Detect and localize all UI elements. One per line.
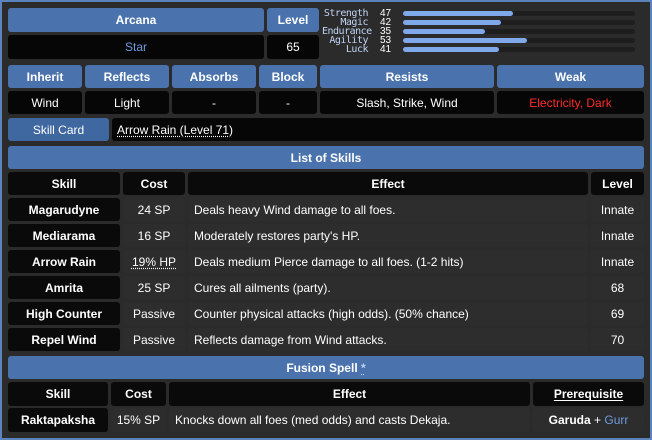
fusion-col-prerequisite[interactable]: Prerequisite — [533, 382, 644, 406]
skills-col-level: Level — [591, 172, 644, 195]
skill-effect: Deals heavy Wind damage to all foes. — [188, 198, 588, 221]
level-value: 65 — [267, 35, 319, 59]
stat-bar-fill — [403, 11, 513, 16]
stat-name-luck: Luck — [345, 44, 369, 55]
skill-cost: 16 SP — [123, 224, 185, 247]
skill-level: 68 — [591, 276, 644, 299]
skill-cost: 25 SP — [123, 276, 185, 299]
skill-effect: Moderately restores party's HP. — [188, 224, 588, 247]
resists-value: Slash, Strike, Wind — [320, 91, 494, 114]
skill-card-value[interactable]: Arrow Rain (Level 71) — [112, 118, 644, 141]
prereq-gurr-link[interactable]: Gurr — [604, 413, 628, 427]
fusion-title-text: Fusion Spell — [286, 360, 358, 375]
skill-cost: Passive — [123, 328, 185, 351]
stat-bar-fill — [403, 38, 527, 43]
skills-title: List of Skills — [8, 146, 644, 169]
stat-bar-fill — [403, 20, 501, 25]
skill-card-label: Skill Card — [8, 118, 109, 141]
skill-cost-text[interactable]: 19% HP — [132, 255, 176, 269]
fusion-col-skill: Skill — [8, 382, 108, 406]
fusion-cost: 15% SP — [111, 408, 166, 432]
stat-bar-fill — [403, 29, 485, 34]
skill-name[interactable]: Amrita — [8, 276, 120, 299]
stat-value-luck: 41 — [380, 44, 392, 55]
skill-card-link[interactable]: Arrow Rain (Level 71) — [117, 123, 233, 137]
resists-header: Resists — [320, 65, 494, 88]
skill-effect: Reflects damage from Wind attacks. — [188, 328, 588, 351]
fusion-prerequisite: Garuda + Gurr — [533, 408, 644, 432]
skill-cost: Passive — [123, 302, 185, 325]
fusion-col-cost: Cost — [111, 382, 166, 406]
skill-cost-text: Passive — [132, 332, 176, 347]
skill-level: 69 — [591, 302, 644, 325]
skill-name[interactable]: High Counter — [8, 302, 120, 325]
skill-name[interactable]: Magarudyne — [8, 198, 120, 221]
reflects-value: Light — [85, 91, 169, 114]
skill-level: Innate — [591, 250, 644, 273]
inherit-header: Inherit — [8, 65, 82, 88]
skill-cost-text: 25 SP — [137, 280, 171, 295]
fusion-col-effect: Effect — [169, 382, 530, 406]
block-header: Block — [259, 65, 317, 88]
prereq-garuda[interactable]: Garuda — [549, 413, 591, 427]
skill-name[interactable]: Repel Wind — [8, 328, 120, 351]
prerequisite-link[interactable]: Prerequisite — [554, 387, 623, 401]
skill-name[interactable]: Mediarama — [8, 224, 120, 247]
skills-col-skill: Skill — [8, 172, 120, 195]
skill-cost-text: 16 SP — [137, 228, 171, 243]
stat-bar-track — [403, 47, 635, 52]
skills-col-effect: Effect — [188, 172, 588, 195]
stat-bar-track — [403, 38, 635, 43]
weak-header: Weak — [497, 65, 644, 88]
fusion-skill: Raktapaksha — [8, 408, 108, 432]
arcana-header: Arcana — [8, 8, 264, 32]
skill-level: Innate — [591, 198, 644, 221]
weak-value: Electricity, Dark — [497, 91, 644, 114]
skill-level: Innate — [591, 224, 644, 247]
absorbs-value: - — [172, 91, 256, 114]
stat-bar-track — [403, 11, 635, 16]
arcana-value[interactable]: Star — [8, 35, 264, 59]
skill-cost-text: Passive — [132, 306, 176, 321]
skill-name[interactable]: Arrow Rain — [8, 250, 120, 273]
fusion-title: Fusion Spell * — [8, 356, 644, 379]
stat-bar-track — [403, 29, 635, 34]
skill-cost: 19% HP — [123, 250, 185, 273]
inherit-value: Wind — [8, 91, 82, 114]
level-header: Level — [267, 8, 319, 32]
skill-level: 70 — [591, 328, 644, 351]
skill-cost: 24 SP — [123, 198, 185, 221]
block-value: - — [259, 91, 317, 114]
skill-effect: Cures all ailments (party). — [188, 276, 588, 299]
stat-bar-fill — [403, 47, 499, 52]
reflects-header: Reflects — [85, 65, 169, 88]
skill-effect: Deals medium Pierce damage to all foes. … — [188, 250, 588, 273]
skill-cost-text: 24 SP — [137, 202, 171, 217]
fusion-effect: Knocks down all foes (med odds) and cast… — [169, 408, 530, 432]
skills-col-cost: Cost — [123, 172, 185, 195]
prereq-plus: + — [594, 413, 602, 427]
absorbs-header: Absorbs — [172, 65, 256, 88]
stat-bar-track — [403, 20, 635, 25]
fusion-footnote-link[interactable]: * — [361, 361, 366, 375]
skill-effect: Counter physical attacks (high odds). (5… — [188, 302, 588, 325]
